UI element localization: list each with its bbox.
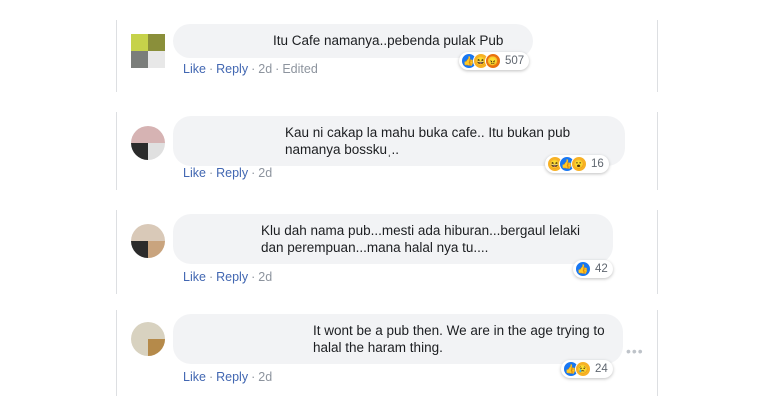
comment-actions: Like · Reply · 2d <box>183 370 273 384</box>
sad-reaction-icon: 😢 <box>575 361 591 377</box>
like-link[interactable]: Like <box>183 270 206 284</box>
avatar[interactable] <box>131 322 165 356</box>
comment-text: Kau ni cakap la mahu buka cafe.. Itu buk… <box>285 125 571 157</box>
avatar-image <box>131 126 165 160</box>
reaction-summary[interactable]: 😆 👍 😮 16 <box>545 155 609 173</box>
reaction-count: 42 <box>595 263 608 275</box>
reaction-count: 24 <box>595 363 608 375</box>
reply-link[interactable]: Reply <box>216 166 248 180</box>
comment-text: Klu dah nama pub...mesti ada hiburan...b… <box>261 223 580 255</box>
like-reaction-icon: 👍 <box>575 261 591 277</box>
comment-text: Itu Cafe namanya..pebenda pulak Pub <box>273 33 504 48</box>
like-link[interactable]: Like <box>183 62 206 76</box>
comment-card-1: Itu Cafe namanya..pebenda pulak Pub Like… <box>116 20 658 92</box>
reaction-summary[interactable]: 👍 42 <box>573 260 613 278</box>
comment-actions: Like · Reply · 2d · Edited <box>183 62 318 76</box>
avatar[interactable] <box>131 224 165 258</box>
comment-bubble: It wont be a pub then. We are in the age… <box>173 314 623 364</box>
more-options-icon[interactable]: ••• <box>626 343 644 359</box>
comment-card-2: Kau ni cakap la mahu buka cafe.. Itu buk… <box>116 112 658 190</box>
avatar-image <box>131 224 165 258</box>
timestamp[interactable]: 2d <box>258 166 272 180</box>
timestamp[interactable]: 2d <box>258 270 272 284</box>
angry-reaction-icon: 😠 <box>485 53 501 69</box>
comment-actions: Like · Reply · 2d <box>183 270 273 284</box>
reaction-summary[interactable]: 👍 😆 😠 507 <box>459 52 530 70</box>
reaction-summary[interactable]: 👍 😢 24 <box>561 360 613 378</box>
avatar-image <box>131 322 165 356</box>
wow-reaction-icon: 😮 <box>571 156 587 172</box>
comment-card-4: It wont be a pub then. We are in the age… <box>116 310 658 396</box>
avatar[interactable] <box>131 34 165 68</box>
edited-label[interactable]: Edited <box>282 62 317 76</box>
timestamp[interactable]: 2d <box>258 370 272 384</box>
avatar-image <box>131 34 165 68</box>
comment-text: It wont be a pub then. We are in the age… <box>313 323 605 355</box>
reaction-count: 507 <box>505 55 525 67</box>
like-link[interactable]: Like <box>183 166 206 180</box>
reply-link[interactable]: Reply <box>216 270 248 284</box>
like-link[interactable]: Like <box>183 370 206 384</box>
reply-link[interactable]: Reply <box>216 62 248 76</box>
comment-bubble: Klu dah nama pub...mesti ada hiburan...b… <box>173 214 613 264</box>
reaction-count: 16 <box>591 158 604 170</box>
avatar[interactable] <box>131 126 165 160</box>
reply-link[interactable]: Reply <box>216 370 248 384</box>
comment-card-3: Klu dah nama pub...mesti ada hiburan...b… <box>116 210 658 294</box>
comment-actions: Like · Reply · 2d <box>183 166 273 180</box>
timestamp[interactable]: 2d <box>258 62 272 76</box>
